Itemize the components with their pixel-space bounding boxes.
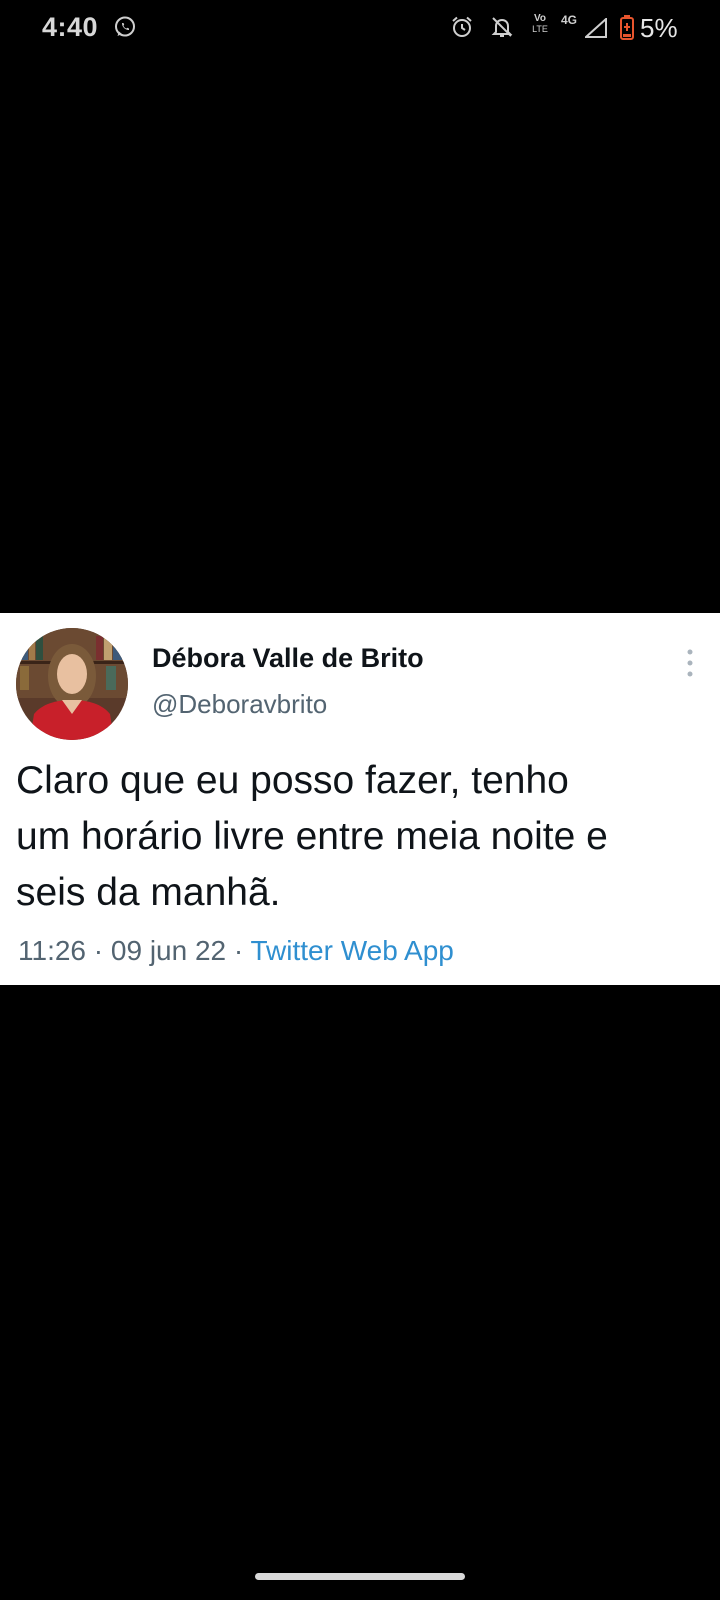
screen: 4:40 Vo LTE 4G 5% Débora Valle de Brito … — [0, 0, 720, 1600]
tweet-time: 11:26 — [18, 935, 86, 966]
status-time: 4:40 — [42, 12, 99, 42]
whatsapp-icon — [115, 16, 135, 37]
battery-percentage: 5% — [640, 13, 678, 43]
author-name[interactable]: Débora Valle de Brito — [152, 643, 424, 674]
tweet-text-line: Claro que eu posso fazer, tenho — [16, 759, 569, 802]
home-indicator[interactable] — [255, 1573, 465, 1580]
more-options-icon[interactable] — [682, 647, 698, 679]
signal-icon — [585, 18, 607, 38]
tweet-meta: 11:26 · 09 jun 22 · Twitter Web App — [18, 935, 454, 967]
meta-separator: · — [233, 935, 244, 966]
tweet-text-line: um horário livre entre meia noite e — [16, 815, 608, 858]
tweet-text: Claro que eu posso fazer, tenho um horár… — [16, 753, 706, 921]
author-handle[interactable]: @Deboravbrito — [152, 689, 327, 720]
network-type: 4G — [561, 13, 578, 27]
tweet-date: 09 jun 22 — [110, 935, 227, 966]
muted-bell-icon — [491, 17, 513, 37]
meta-separator: · — [93, 935, 104, 966]
alarm-icon — [452, 16, 472, 37]
status-bar: 4:40 Vo LTE 4G 5% — [0, 0, 720, 56]
tweet-card: Débora Valle de Brito @Deboravbrito Clar… — [0, 613, 720, 985]
lte-label: LTE — [532, 24, 548, 34]
tweet-text-line: seis da manhã. — [16, 871, 281, 914]
avatar[interactable] — [16, 628, 128, 740]
volte-label: Vo — [533, 13, 547, 24]
volte-icon: Vo LTE — [527, 14, 553, 40]
battery-low-icon — [620, 15, 634, 40]
tweet-source-link[interactable]: Twitter Web App — [251, 935, 454, 966]
